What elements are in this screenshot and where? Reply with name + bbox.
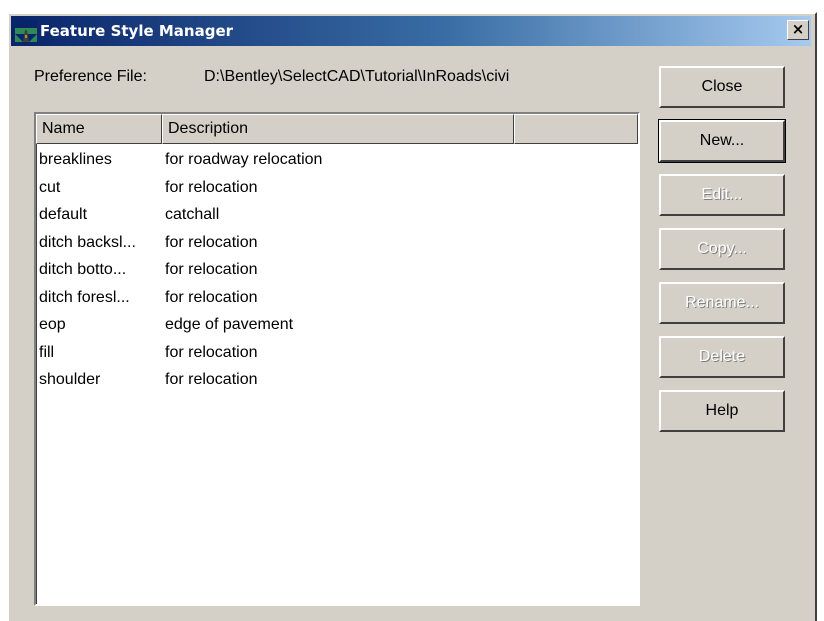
copy-button[interactable]: Copy...	[659, 228, 785, 270]
style-name: default	[39, 206, 88, 223]
style-name: fill	[39, 343, 55, 361]
style-description: for roadway relocation	[165, 151, 323, 168]
delete-button[interactable]: Delete	[659, 336, 785, 378]
list-item[interactable]: shoulder for relocation	[36, 367, 638, 395]
preference-file-label: Preference File:	[34, 68, 147, 85]
window-title: Feature Style Manager	[40, 22, 234, 40]
road-icon	[15, 20, 37, 42]
new-button[interactable]: New...	[658, 119, 786, 163]
style-description: for relocation	[165, 178, 258, 196]
style-description: edge of pavement	[165, 316, 294, 333]
column-header-description[interactable]: Description	[162, 114, 514, 144]
close-button[interactable]: Close	[659, 66, 785, 108]
list-item[interactable]: fill for relocation	[36, 340, 638, 368]
style-name: breaklines	[39, 151, 112, 168]
style-description: for relocation	[165, 261, 258, 278]
column-header-blank[interactable]	[514, 114, 638, 144]
style-description: for relocation	[165, 343, 258, 361]
help-button[interactable]: Help	[659, 390, 785, 432]
style-description: for relocation	[165, 371, 258, 388]
close-icon[interactable]: ×	[787, 20, 809, 40]
feature-style-list[interactable]: Name Description breaklines for roadway …	[34, 112, 640, 606]
style-name: ditch botto...	[39, 261, 127, 278]
preference-file-row: Preference File: D:\Bentley\SelectCAD\Tut…	[34, 68, 649, 86]
list-item[interactable]: default catchall	[36, 202, 638, 230]
column-header-name[interactable]: Name	[36, 114, 162, 144]
style-name: eop	[39, 316, 66, 333]
style-name: cut	[39, 178, 61, 196]
list-item[interactable]: cut for relocation	[36, 175, 638, 203]
list-header: Name Description	[36, 114, 638, 144]
list-item[interactable]: ditch backsl... for relocation	[36, 230, 638, 258]
preference-file-path: D:\Bentley\SelectCAD\Tutorial\InRoads\ci…	[204, 68, 510, 85]
feature-style-manager-window: Feature Style Manager × Preference File:…	[7, 12, 817, 621]
list-rows: breaklines for roadway relocation cut fo…	[36, 144, 638, 395]
style-name: shoulder	[39, 371, 101, 388]
list-item[interactable]: eop edge of pavement	[36, 312, 638, 340]
list-item[interactable]: ditch botto... for relocation	[36, 257, 638, 285]
rename-button[interactable]: Rename...	[659, 282, 785, 324]
list-item[interactable]: breaklines for roadway relocation	[36, 147, 638, 175]
title-bar[interactable]: Feature Style Manager ×	[11, 16, 811, 46]
style-description: for relocation	[165, 233, 258, 251]
style-description: for relocation	[165, 288, 258, 306]
list-item[interactable]: ditch foresl... for relocation	[36, 285, 638, 313]
style-name: ditch backsl...	[39, 233, 136, 251]
edit-button[interactable]: Edit...	[659, 174, 785, 216]
style-description: catchall	[165, 206, 220, 223]
style-name: ditch foresl...	[39, 288, 130, 306]
